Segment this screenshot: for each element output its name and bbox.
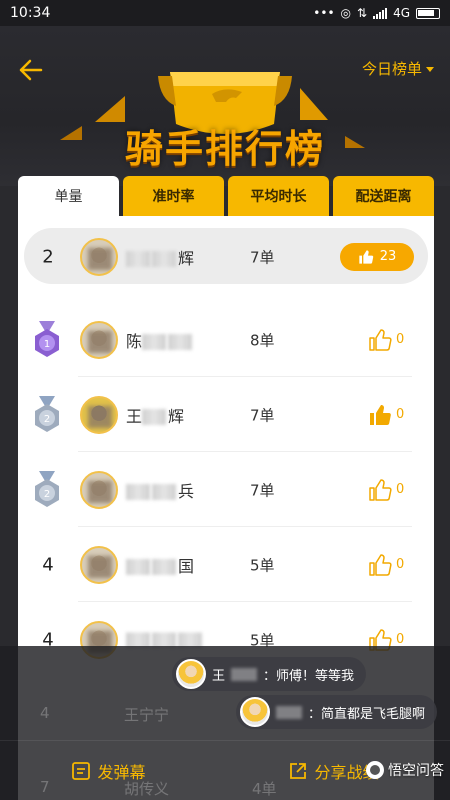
thumbs-up-icon: [359, 249, 373, 264]
like-button[interactable]: 23: [340, 242, 414, 271]
rider-name: 国: [126, 553, 206, 577]
network-label: 4G: [393, 6, 410, 20]
danmu-icon: [72, 761, 91, 780]
svg-text:2: 2: [44, 414, 50, 425]
share-results-button[interactable]: 分享战绩: [288, 759, 379, 783]
avatar: [176, 659, 206, 689]
rank-number: 4: [42, 554, 54, 575]
thumbs-up-outline-icon: [369, 478, 392, 501]
tab-on-time-rate[interactable]: 准时率: [123, 176, 224, 216]
rider-name: 辉: [126, 245, 206, 269]
like-button[interactable]: 0: [368, 328, 404, 352]
like-button[interactable]: 0: [368, 553, 404, 577]
ranking-header: 今日榜单 骑手排行榜: [0, 26, 450, 186]
battery-icon: [416, 7, 440, 19]
list-item: 2 王辉 7单 0: [18, 377, 434, 452]
tab-delivery-distance[interactable]: 配送距离: [333, 176, 434, 216]
thumbs-up-outline-icon: [369, 553, 392, 576]
like-count: 0: [396, 332, 405, 347]
like-button[interactable]: 0: [368, 403, 404, 427]
send-danmu-button[interactable]: 发弹幕: [71, 759, 146, 783]
purple-medal-icon: 1: [35, 320, 59, 357]
silver-medal-icon: 2: [35, 470, 59, 507]
list-item: 1 陈 8单 0: [18, 302, 434, 377]
shard-decoration: [300, 88, 328, 120]
send-danmu-label: 发弹幕: [97, 762, 146, 782]
ranking-tabs: 单量 准时率 平均时长 配送距离: [18, 176, 434, 216]
danmu-text: ：简直都是飞毛腿啊: [308, 706, 426, 722]
order-count: 7单: [250, 248, 275, 266]
ranking-period-label: 今日榜单: [361, 60, 422, 78]
order-count: 8单: [250, 331, 275, 349]
tab-average-duration[interactable]: 平均时长: [228, 176, 329, 216]
ghost-name: 王宁宁: [124, 706, 170, 724]
avatar[interactable]: [80, 470, 118, 509]
svg-text:2: 2: [44, 489, 50, 500]
avatar[interactable]: [80, 237, 118, 276]
like-count: 23: [379, 249, 397, 264]
tab-orders[interactable]: 单量: [18, 176, 119, 216]
silver-medal-icon: 2: [35, 395, 59, 432]
avatar[interactable]: [80, 545, 118, 584]
like-count: 0: [396, 557, 405, 572]
hotspot-icon: ◎: [340, 6, 351, 20]
danmu-message: ：简直都是飞毛腿啊: [236, 695, 438, 729]
rider-name: 兵: [126, 478, 206, 502]
svg-text:1: 1: [44, 339, 50, 350]
caret-down-icon: [426, 67, 434, 72]
order-count: 5单: [250, 556, 275, 574]
status-bar: 10:34 ••• ◎ ⇅ 4G: [0, 0, 450, 26]
rider-name: 王辉: [126, 406, 185, 426]
rank-number: 2: [42, 246, 54, 267]
status-icons: ••• ◎ ⇅ 4G: [313, 6, 440, 20]
status-time: 10:34: [10, 5, 51, 21]
watermark: 悟空问答: [366, 760, 444, 780]
signal-icon: [373, 7, 388, 19]
share-icon: [290, 762, 307, 779]
like-count: 0: [396, 407, 405, 422]
watermark-text: 悟空问答: [388, 763, 444, 779]
like-count: 0: [396, 482, 405, 497]
like-count: 0: [396, 632, 405, 647]
ghost-rank: 4: [40, 704, 50, 722]
wukong-logo-icon: [366, 761, 384, 779]
back-arrow-icon[interactable]: [16, 56, 44, 84]
ranking-period-select[interactable]: 今日榜单: [362, 58, 434, 79]
list-item: 2 兵 7单 0: [18, 452, 434, 527]
my-rank-row-content: 2 辉 7单 23: [18, 219, 434, 294]
rider-name: 陈: [126, 328, 206, 352]
page-title: 骑手排行榜: [124, 127, 325, 171]
thumbs-up-filled-icon: [370, 404, 391, 425]
order-count: 7单: [250, 481, 275, 499]
avatar: [240, 697, 270, 727]
thumbs-up-outline-icon: [369, 328, 392, 351]
avatar[interactable]: [80, 320, 118, 359]
order-count: 7单: [250, 406, 275, 424]
avatar[interactable]: [80, 395, 118, 434]
dots-icon: •••: [313, 6, 335, 20]
like-button[interactable]: 0: [368, 478, 404, 502]
data-arrows-icon: ⇅: [357, 6, 368, 20]
danmu-message: 王 ：师傅！等等我: [172, 657, 367, 691]
list-item: 4 国 5单 0: [18, 527, 434, 602]
danmu-text: ：师傅！等等我: [263, 668, 355, 684]
danmu-sender: 王: [212, 668, 226, 684]
